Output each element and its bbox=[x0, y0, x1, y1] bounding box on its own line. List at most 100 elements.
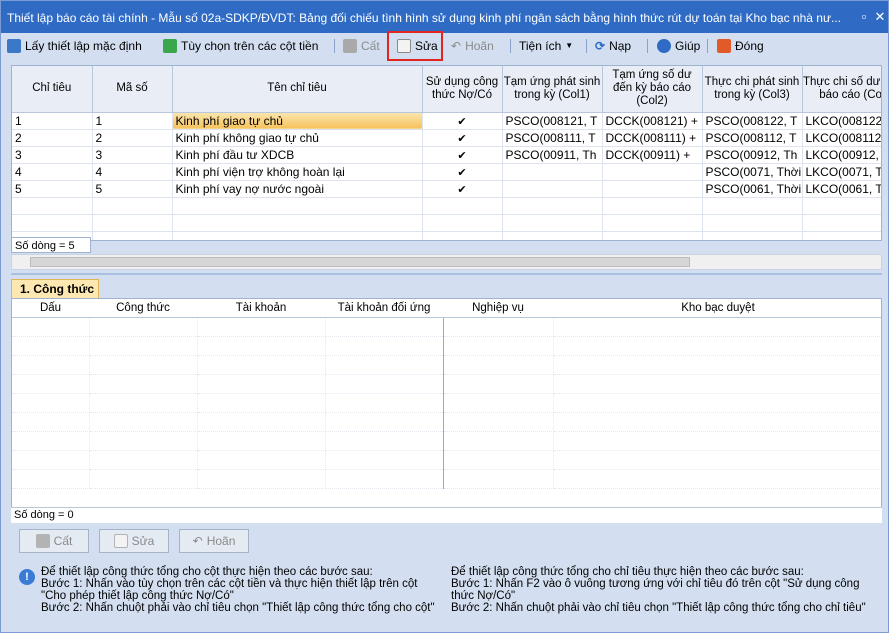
column-header[interactable]: Tên chỉ tiêu bbox=[172, 66, 423, 113]
help-button[interactable]: Giúp bbox=[657, 36, 700, 56]
check-icon[interactable]: ✔ bbox=[457, 133, 468, 145]
check-icon[interactable]: ✔ bbox=[457, 184, 468, 196]
table-cell[interactable]: ✔ bbox=[422, 129, 503, 147]
table-cell[interactable]: DCCK(008111) + bbox=[602, 129, 703, 147]
table-cell[interactable]: PSCO(008112, T bbox=[702, 129, 803, 147]
table-cell[interactable]: 1 bbox=[92, 112, 173, 130]
column-header[interactable]: Sử dụng công thức Nợ/Có bbox=[422, 66, 503, 113]
column-header[interactable]: Thực chi phát sinh trong kỳ (Col3) bbox=[702, 66, 803, 113]
close-window-button[interactable]: ✕ bbox=[873, 10, 887, 24]
scroll-thumb[interactable] bbox=[30, 257, 690, 267]
table-cell[interactable]: PSCO(008111, T bbox=[502, 129, 603, 147]
table-row[interactable]: 3 3 Kinh phí đầu tư XDCB ✔ PSCO(00911, Th DCC… bbox=[12, 146, 881, 164]
table-cell[interactable]: Kinh phí đầu tư XDCB bbox=[172, 146, 423, 164]
table-row[interactable]: 4 4 Kinh phí viện trợ không hoàn lại ✔ PSCO(… bbox=[12, 163, 881, 181]
table-cell[interactable]: 3 bbox=[12, 146, 93, 164]
table-cell[interactable] bbox=[602, 180, 703, 198]
table-cell bbox=[197, 374, 326, 394]
column-header[interactable]: Thực chi số dư đế kỳ báo cáo (Col4) bbox=[802, 66, 881, 113]
table-cell[interactable]: ✔ bbox=[422, 112, 503, 130]
table-cell[interactable]: Kinh phí vay nợ nước ngoài bbox=[172, 180, 423, 198]
bottom-save-button[interactable]: Cất bbox=[19, 529, 89, 553]
formula-column-header[interactable]: Dấu bbox=[12, 299, 89, 318]
close-label: Đóng bbox=[735, 39, 764, 53]
save-button[interactable]: Cất bbox=[343, 36, 380, 56]
separator bbox=[586, 39, 587, 53]
table-cell[interactable]: 4 bbox=[12, 163, 93, 181]
undo-icon: ↶ bbox=[192, 534, 203, 548]
column-options-button[interactable]: Tùy chọn trên các cột tiền bbox=[163, 36, 318, 56]
save-icon bbox=[35, 534, 50, 548]
bottom-edit-button[interactable]: Sửa bbox=[99, 529, 169, 553]
table-cell[interactable]: LKCO(0061, Th bbox=[802, 180, 881, 198]
close-button[interactable]: Đóng bbox=[717, 36, 764, 56]
table-cell[interactable]: PSCO(00912, Th bbox=[702, 146, 803, 164]
formula-column-header[interactable]: Kho bạc duyệt bbox=[553, 299, 881, 318]
table-cell[interactable]: Kinh phí không giao tự chủ bbox=[172, 129, 423, 147]
table-cell[interactable]: LKCO(00912, bbox=[802, 146, 881, 164]
table-cell bbox=[422, 231, 503, 240]
separator bbox=[647, 39, 648, 53]
formula-column-header[interactable]: Tài khoản bbox=[197, 299, 325, 318]
table-cell bbox=[12, 374, 90, 394]
table-cell[interactable] bbox=[602, 163, 703, 181]
table-cell[interactable]: PSCO(008121, T bbox=[502, 112, 603, 130]
table-cell bbox=[12, 393, 90, 413]
table-cell[interactable]: LKCO(008112, bbox=[802, 129, 881, 147]
formula-column-header[interactable]: Công thức bbox=[89, 299, 197, 318]
table-cell bbox=[89, 431, 198, 451]
table-cell[interactable]: PSCO(008122, T bbox=[702, 112, 803, 130]
table-row[interactable]: 5 5 Kinh phí vay nợ nước ngoài ✔ PSCO(0061, … bbox=[12, 180, 881, 198]
table-cell[interactable]: LKCO(0071, Th bbox=[802, 163, 881, 181]
table-cell[interactable]: Kinh phí giao tự chủ bbox=[172, 112, 423, 130]
table-cell bbox=[443, 355, 554, 375]
column-header[interactable]: Chỉ tiêu bbox=[12, 66, 93, 113]
table-row[interactable]: 1 1 Kinh phí giao tự chủ ✔ PSCO(008121, T DCC… bbox=[12, 112, 881, 130]
table-row[interactable]: 2 2 Kinh phí không giao tự chủ ✔ PSCO(008111… bbox=[12, 129, 881, 147]
table-cell[interactable]: LKCO(008122, bbox=[802, 112, 881, 130]
splitter[interactable] bbox=[11, 273, 882, 275]
check-icon[interactable]: ✔ bbox=[457, 150, 468, 162]
table-cell bbox=[443, 431, 554, 451]
table-cell[interactable]: ✔ bbox=[422, 146, 503, 164]
restore-button[interactable]: ▫ bbox=[857, 10, 871, 24]
table-cell[interactable]: Kinh phí viện trợ không hoàn lại bbox=[172, 163, 423, 181]
column-header[interactable]: Tạm ứng phát sinh trong kỳ (Col1) bbox=[502, 66, 603, 113]
table-cell[interactable]: 4 bbox=[92, 163, 173, 181]
table-cell[interactable] bbox=[502, 163, 603, 181]
column-header[interactable]: Mã số bbox=[92, 66, 173, 113]
table-cell[interactable]: 2 bbox=[12, 129, 93, 147]
instructions-panel: ! Để thiết lập công thức tổng cho cột th… bbox=[11, 561, 882, 627]
table-cell[interactable]: PSCO(00911, Th bbox=[502, 146, 603, 164]
reload-button[interactable]: ⟳ Nạp bbox=[595, 36, 631, 56]
table-cell[interactable]: 5 bbox=[12, 180, 93, 198]
utilities-menu[interactable]: Tiện ích ▼ bbox=[519, 36, 573, 56]
table-cell bbox=[92, 231, 173, 240]
table-cell[interactable] bbox=[502, 180, 603, 198]
undo-button[interactable]: ↶ Hoãn bbox=[451, 36, 494, 56]
table-cell[interactable]: ✔ bbox=[422, 180, 503, 198]
empty-row bbox=[12, 355, 881, 375]
table-cell[interactable]: 3 bbox=[92, 146, 173, 164]
table-cell[interactable]: PSCO(0071, Thời bbox=[702, 163, 803, 181]
formula-column-header[interactable]: Nghiệp vụ bbox=[443, 299, 553, 318]
table-cell[interactable]: PSCO(0061, Thời bbox=[702, 180, 803, 198]
horizontal-scrollbar[interactable] bbox=[11, 254, 882, 270]
table-cell[interactable]: 2 bbox=[92, 129, 173, 147]
default-settings-icon bbox=[7, 39, 21, 53]
column-header[interactable]: Tạm ứng số dư đến kỳ báo cáo (Col2) bbox=[602, 66, 703, 113]
table-cell[interactable]: ✔ bbox=[422, 163, 503, 181]
table-cell[interactable]: DCCK(008121) + bbox=[602, 112, 703, 130]
table-cell bbox=[553, 336, 881, 356]
empty-row bbox=[12, 374, 881, 394]
check-icon[interactable]: ✔ bbox=[457, 167, 468, 179]
formula-column-header[interactable]: Tài khoản đối ứng bbox=[325, 299, 443, 318]
table-cell[interactable]: 5 bbox=[92, 180, 173, 198]
tab-formula[interactable]: 1. Công thức bbox=[11, 279, 99, 299]
table-cell[interactable]: DCCK(00911) + bbox=[602, 146, 703, 164]
instruction-line: Bước 1: Nhấn vào tùy chọn trên các cột t… bbox=[41, 578, 418, 590]
default-settings-button[interactable]: Lấy thiết lập mặc định bbox=[7, 36, 142, 56]
bottom-undo-button[interactable]: ↶ Hoãn bbox=[179, 529, 249, 553]
check-icon[interactable]: ✔ bbox=[457, 116, 468, 128]
table-cell[interactable]: 1 bbox=[12, 112, 93, 130]
